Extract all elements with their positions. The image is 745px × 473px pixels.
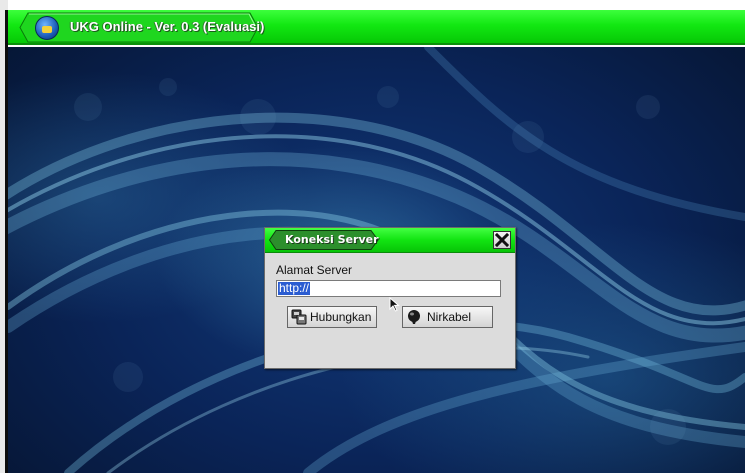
wireless-button[interactable]: Nirkabel xyxy=(402,306,493,328)
wireless-icon xyxy=(408,310,420,324)
dialog-title: Koneksi Server xyxy=(285,233,379,246)
close-icon xyxy=(495,233,509,247)
connect-button-label: Hubungkan xyxy=(310,310,372,324)
title-bar: UKG Online - Ver. 0.3 (Evaluasi) xyxy=(8,10,745,45)
connect-icon xyxy=(291,309,307,325)
mouse-pointer-icon xyxy=(389,297,400,312)
close-button[interactable] xyxy=(493,231,511,249)
dialog-title-tab: Koneksi Server xyxy=(269,230,379,250)
server-address-value: http:// xyxy=(278,281,311,295)
education-logo-icon xyxy=(35,16,59,40)
app-title: UKG Online - Ver. 0.3 (Evaluasi) xyxy=(70,19,265,34)
window-frame xyxy=(0,0,8,473)
wireless-button-label: Nirkabel xyxy=(427,310,472,324)
server-address-label: Alamat Server xyxy=(276,263,353,277)
app-window: UKG Online - Ver. 0.3 (Evaluasi) Koneksi… xyxy=(0,0,745,473)
title-tab: UKG Online - Ver. 0.3 (Evaluasi) xyxy=(18,12,264,43)
connect-button[interactable]: Hubungkan xyxy=(287,306,377,328)
dialog-header: Koneksi Server xyxy=(265,228,515,253)
